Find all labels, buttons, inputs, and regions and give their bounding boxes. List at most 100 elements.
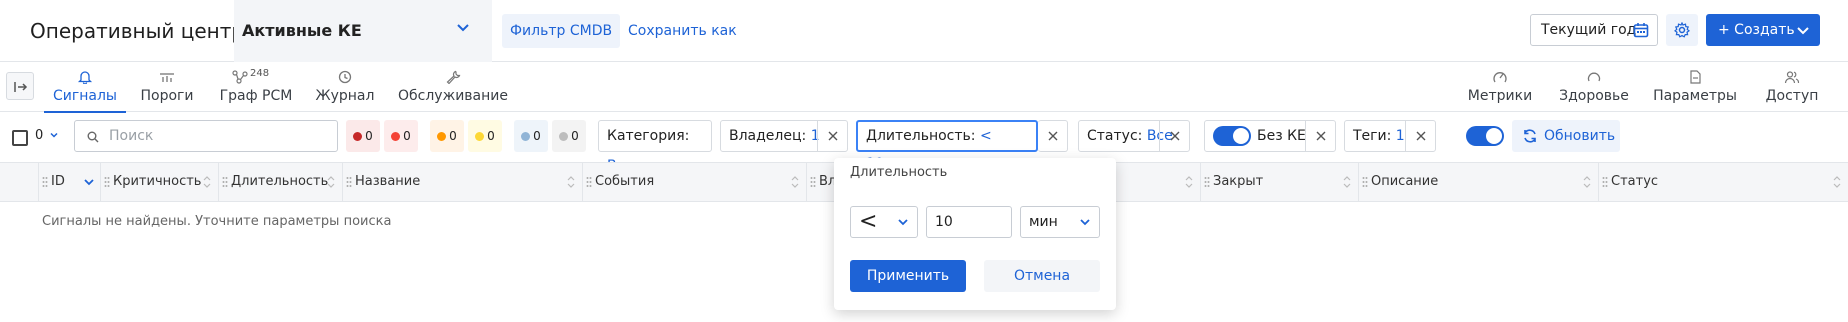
selection-dropdown[interactable]: 0 — [35, 128, 58, 143]
tab-health-label: Здоровье — [1559, 88, 1629, 104]
sort-desc-icon[interactable] — [84, 175, 94, 189]
severity-filter-info[interactable]: 0 — [514, 120, 548, 152]
column-header-description[interactable]: Описание — [1358, 163, 1598, 201]
severity-dot — [437, 132, 447, 141]
severity-count: 0 — [571, 129, 579, 143]
severity-filter-unknown[interactable]: 0 — [552, 120, 586, 152]
cmdb-filter-button[interactable]: Фильтр CMDB — [502, 14, 621, 48]
column-header-duration[interactable]: Длительность — [218, 163, 342, 201]
drag-handle-icon[interactable] — [1204, 176, 1210, 188]
drag-handle-icon[interactable] — [42, 176, 48, 188]
no-ke-filter-clear[interactable] — [1305, 121, 1335, 151]
toggle-knob — [1233, 128, 1249, 144]
tab-maintenance[interactable]: Обслуживание — [398, 62, 508, 112]
column-header-id[interactable]: ID — [38, 163, 100, 201]
severity-count: 0 — [365, 129, 373, 143]
sort-icon[interactable] — [790, 175, 800, 189]
column-header-events[interactable]: События — [582, 163, 806, 201]
no-ke-filter[interactable]: Без КЕ — [1204, 120, 1336, 152]
tags-filter-clear[interactable] — [1405, 121, 1435, 151]
column-name: События — [595, 174, 655, 189]
drag-handle-icon[interactable] — [104, 176, 110, 188]
tab-signals[interactable]: Сигналы — [44, 62, 126, 113]
tab-journal-label: Журнал — [315, 88, 375, 104]
period-value: Текущий год — [1541, 22, 1637, 38]
refresh-button[interactable]: Обновить — [1512, 120, 1620, 152]
cancel-button[interactable]: Отмена — [984, 260, 1100, 292]
status-filter[interactable]: Статус: Все — [1078, 120, 1190, 152]
severity-filter-minor[interactable]: 0 — [430, 120, 464, 152]
sort-icon[interactable] — [326, 175, 336, 189]
tab-thresholds[interactable]: Пороги — [136, 62, 198, 112]
unit-select[interactable]: мин — [1020, 206, 1100, 238]
tab-graph-label: Граф РСМ — [219, 88, 293, 104]
drag-handle-icon[interactable] — [222, 176, 228, 188]
duration-filter-label: Длительность: — [866, 128, 976, 144]
severity-filter-warning[interactable]: 0 — [468, 120, 502, 152]
users-icon — [1784, 71, 1800, 84]
tab-graph[interactable]: 248 Граф РСМ — [218, 62, 294, 112]
duration-value-input[interactable]: 10 — [926, 206, 1012, 238]
chevron-down-icon — [50, 132, 58, 138]
sidebar-toggle-button[interactable] — [6, 72, 34, 100]
page-title: Оперативный центр — [30, 19, 245, 43]
sort-icon[interactable] — [1342, 175, 1352, 189]
tab-params[interactable]: Параметры — [1652, 62, 1738, 112]
create-button[interactable]: + Создать — [1706, 14, 1820, 46]
chevron-down-icon — [898, 219, 908, 226]
drag-handle-icon[interactable] — [586, 176, 592, 188]
drag-handle-icon[interactable] — [1602, 176, 1608, 188]
tab-metrics-label: Метрики — [1467, 88, 1533, 104]
save-as-link[interactable]: Сохранить как — [628, 14, 737, 48]
close-icon — [1170, 131, 1180, 141]
owner-filter[interactable]: Владелец: 1 — [720, 120, 848, 152]
duration-filter-clear[interactable] — [1038, 120, 1068, 152]
tab-metrics[interactable]: Метрики — [1466, 62, 1534, 112]
no-ke-label: Без КЕ — [1257, 128, 1306, 144]
metrics-icon — [1493, 72, 1507, 83]
tab-signals-label: Сигналы — [53, 88, 117, 104]
column-name: Описание — [1371, 174, 1439, 189]
history-icon — [338, 70, 352, 84]
status-filter-clear[interactable] — [1159, 121, 1189, 151]
operator-select[interactable]: < — [850, 206, 918, 238]
tab-health[interactable]: Здоровье — [1556, 62, 1632, 112]
selected-count: 0 — [35, 128, 44, 143]
calendar-icon — [1633, 23, 1649, 38]
tab-access-label: Доступ — [1765, 88, 1819, 104]
sort-icon[interactable] — [566, 175, 576, 189]
duration-filter[interactable]: Длительность: < 10мин — [856, 120, 1038, 172]
column-header-name[interactable]: Название — [342, 163, 582, 201]
severity-filter-major[interactable]: 0 — [384, 120, 418, 152]
search-input[interactable] — [107, 125, 327, 147]
sort-icon[interactable] — [1184, 175, 1194, 189]
severity-dot — [521, 132, 531, 141]
drag-handle-icon[interactable] — [346, 176, 352, 188]
tags-filter-value: 1 — [1395, 128, 1405, 144]
select-all-checkbox[interactable] — [12, 130, 28, 146]
tab-access[interactable]: Доступ — [1762, 62, 1822, 112]
severity-filter-critical[interactable]: 0 — [346, 120, 380, 152]
column-header-severity[interactable]: Критичность — [100, 163, 218, 201]
no-ke-toggle[interactable] — [1213, 126, 1251, 146]
view-select[interactable]: Активные КЕ — [234, 0, 492, 62]
apply-button[interactable]: Применить — [850, 260, 966, 292]
auto-refresh-toggle[interactable] — [1466, 126, 1504, 146]
drag-handle-icon[interactable] — [810, 176, 816, 188]
owner-filter-clear[interactable] — [817, 121, 847, 151]
tab-journal[interactable]: Журнал — [312, 62, 378, 112]
tags-filter[interactable]: Теги: 1 — [1344, 120, 1436, 152]
column-name: Название — [355, 174, 421, 189]
column-header-status[interactable]: Статус — [1598, 163, 1848, 201]
sort-icon[interactable] — [1832, 175, 1842, 189]
column-header-closed[interactable]: Закрыт — [1200, 163, 1358, 201]
settings-button[interactable] — [1666, 14, 1698, 46]
tab-params-label: Параметры — [1653, 88, 1737, 104]
category-filter[interactable]: Категория: Все — [598, 120, 712, 174]
sort-icon[interactable] — [1582, 175, 1592, 189]
drag-handle-icon[interactable] — [1362, 176, 1368, 188]
period-select[interactable]: Текущий год — [1530, 14, 1658, 46]
operator-value: < — [859, 209, 878, 234]
sort-icon[interactable] — [202, 175, 212, 189]
search-field[interactable] — [74, 120, 338, 152]
